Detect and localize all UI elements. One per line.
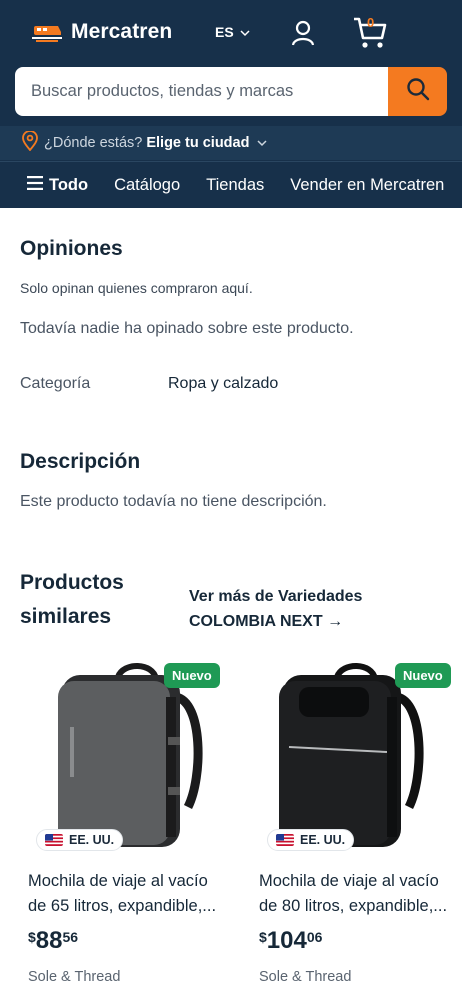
location-action: Elige tu ciudad: [146, 135, 250, 151]
nav-item-catalog[interactable]: Catálogo: [114, 176, 180, 195]
cart-icon: [352, 17, 388, 54]
product-card[interactable]: Nuevo EE. UU. Mochila de viaje al vacío …: [259, 657, 462, 1000]
nav-item-stores[interactable]: Tiendas: [206, 176, 264, 195]
menu-icon: [27, 175, 43, 195]
description-text: Este producto todavía no tiene descripci…: [20, 493, 327, 510]
logo[interactable]: Mercatren: [32, 20, 172, 44]
price-decimal: 06: [306, 929, 323, 945]
location-selector[interactable]: ¿Dónde estás? Elige tu ciudad: [0, 126, 462, 160]
reviews-note: Solo opinan quienes compraron aquí.: [20, 280, 253, 296]
reviews-title: Opiniones: [20, 237, 123, 260]
seller-name[interactable]: Sole & Thread: [28, 969, 120, 985]
train-logo-icon: [32, 20, 62, 44]
user-icon[interactable]: [290, 20, 316, 46]
new-badge: Nuevo: [164, 663, 220, 688]
price-currency: $: [28, 929, 36, 945]
site-header: Mercatren ES 0 Buscar productos, tiendas…: [0, 0, 462, 208]
brand-name: Mercatren: [71, 20, 173, 43]
description-title: Descripción: [20, 450, 141, 473]
category-value[interactable]: Ropa y calzado: [168, 375, 278, 393]
price-currency: $: [259, 929, 267, 945]
origin-badge: EE. UU.: [267, 829, 355, 851]
origin-badge: EE. UU.: [36, 829, 124, 851]
cart-button[interactable]: 0: [352, 14, 388, 50]
location-prompt: ¿Dónde estás?: [44, 135, 143, 151]
new-badge: Nuevo: [395, 663, 451, 688]
search-button[interactable]: [388, 67, 447, 116]
nav-item-all[interactable]: Todo: [27, 175, 89, 195]
language-label: ES: [215, 24, 234, 40]
product-price: $ 88 56: [28, 927, 78, 955]
price-integer: 104: [266, 927, 307, 954]
search-icon: [406, 77, 430, 106]
nav-item-sell[interactable]: Vender en Mercatren: [290, 176, 444, 195]
us-flag-icon: [45, 834, 63, 846]
search-input[interactable]: [15, 67, 388, 116]
price-decimal: 56: [62, 929, 79, 945]
product-title[interactable]: Mochila de viaje al vacío de 65 litros, …: [28, 869, 228, 919]
origin-label: EE. UU.: [300, 833, 346, 847]
origin-label: EE. UU.: [69, 833, 115, 847]
product-price: $ 104 06: [259, 927, 322, 955]
price-integer: 88: [35, 927, 63, 954]
top-bar: Mercatren ES 0: [0, 0, 462, 66]
see-more-link[interactable]: Ver más de Variedades COLOMBIA NEXT →: [189, 584, 409, 634]
product-title[interactable]: Mochila de viaje al vacío de 80 litros, …: [259, 869, 459, 919]
location-pin-icon: [22, 130, 38, 155]
cart-count-badge: 0: [367, 15, 375, 30]
search-bar: [15, 67, 447, 116]
product-card[interactable]: Nuevo EE. UU. Mochila de viaje al vacío …: [28, 657, 238, 1000]
language-selector[interactable]: ES: [215, 24, 250, 40]
similar-products-title: Productos similares: [20, 571, 124, 628]
nav-label: Todo: [49, 175, 89, 194]
chevron-down-icon: [257, 135, 267, 151]
category-label: Categoría: [20, 375, 91, 392]
us-flag-icon: [276, 834, 294, 846]
chevron-down-icon: [240, 24, 250, 40]
seller-name[interactable]: Sole & Thread: [259, 969, 351, 985]
main-nav: Todo Catálogo Tiendas Vender en Mercatre…: [0, 161, 462, 208]
bag-body: [58, 681, 170, 845]
reviews-empty-message: Todavía nadie ha opinado sobre este prod…: [20, 320, 354, 337]
